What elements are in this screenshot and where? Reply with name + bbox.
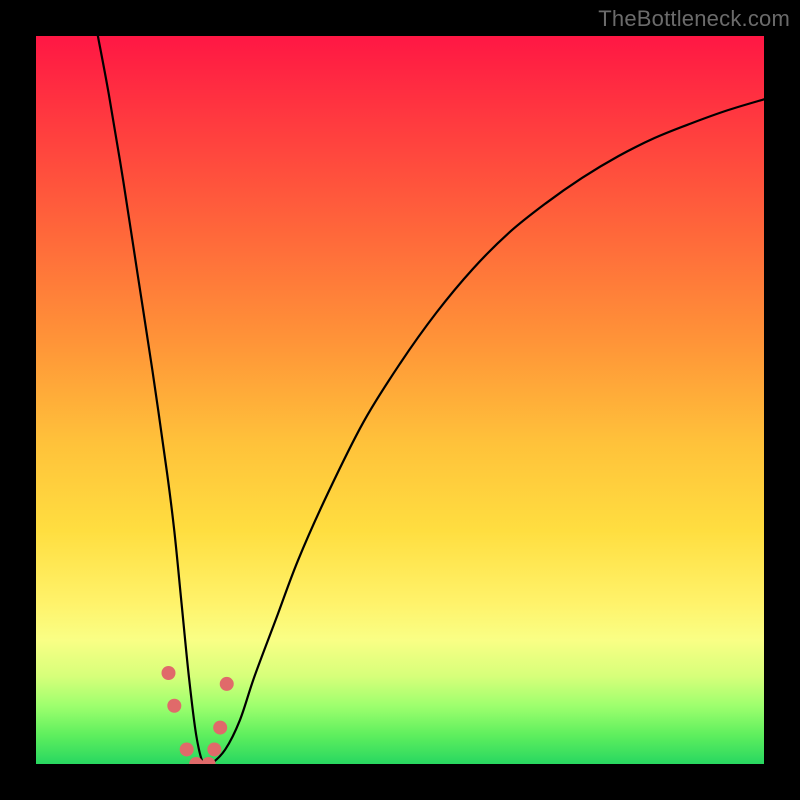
chart-frame: TheBottleneck.com	[0, 0, 800, 800]
highlight-point	[220, 677, 234, 691]
watermark-text: TheBottleneck.com	[598, 6, 790, 32]
highlight-point	[213, 721, 227, 735]
plot-area	[36, 36, 764, 764]
bottleneck-curve	[98, 36, 764, 764]
highlight-point	[162, 666, 176, 680]
highlight-point	[180, 742, 194, 756]
chart-svg	[36, 36, 764, 764]
highlight-markers	[162, 666, 234, 764]
highlight-point	[202, 757, 216, 764]
highlight-point	[167, 699, 181, 713]
highlight-point	[207, 742, 221, 756]
